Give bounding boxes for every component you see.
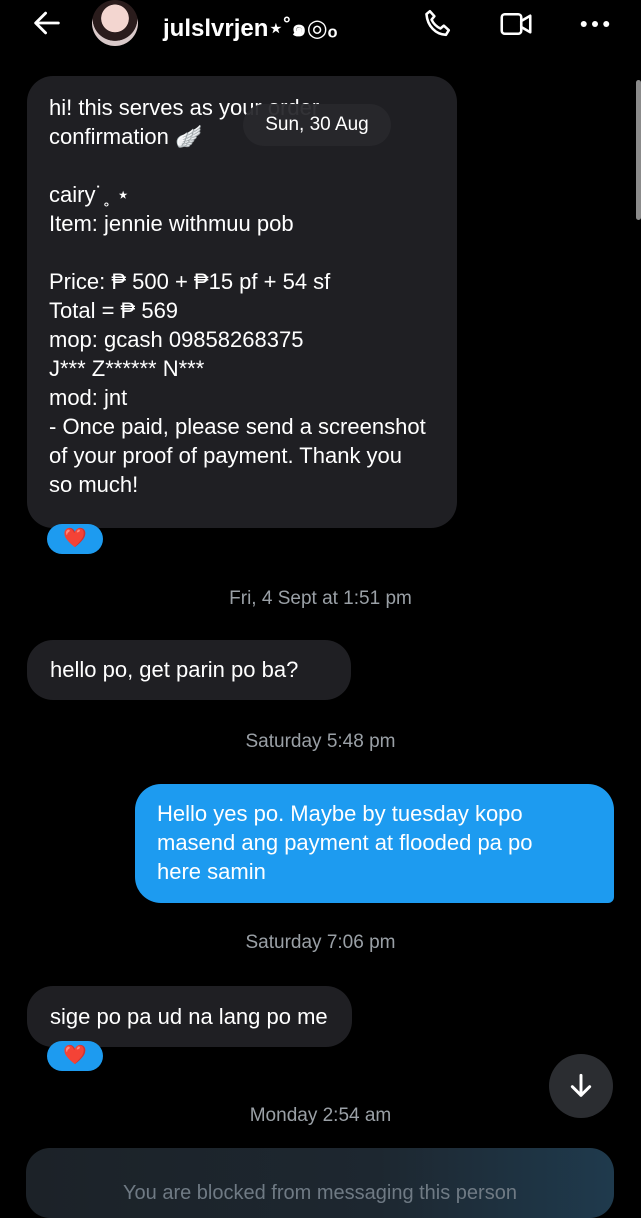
heart-icon: ❤️ (63, 1045, 87, 1066)
message-bubble-incoming[interactable]: hello po, get parin po ba? (27, 640, 351, 700)
timestamp: Monday 2:54 am (249, 1105, 392, 1126)
message-text: hello po, get parin po ba? (50, 657, 299, 682)
timestamp: Fri, 4 Sept at 1:51 pm (229, 588, 412, 609)
blocked-text: You are blocked from messaging this pers… (123, 1182, 517, 1204)
phone-icon[interactable] (420, 6, 456, 42)
message-text: hi! this serves as your order confirmati… (49, 95, 426, 497)
message-text: Hello yes po. Maybe by tuesday kopo mase… (157, 801, 533, 884)
reaction-badge[interactable]: ❤️ (47, 1041, 103, 1071)
back-arrow-icon[interactable] (30, 6, 64, 40)
message-text: sige po pa ud na lang po me (50, 1004, 328, 1029)
contact-name[interactable]: julslvrjen⋆˚๑◎ₒ (163, 8, 337, 47)
more-dots-icon[interactable] (577, 6, 613, 42)
arrow-down-icon (570, 1073, 592, 1097)
message-bubble-incoming[interactable]: sige po pa ud na lang po me (27, 986, 352, 1047)
reaction-badge[interactable]: ❤️ (47, 524, 103, 554)
scrollbar[interactable] (636, 80, 641, 220)
blocked-notice: You are blocked from messaging this pers… (26, 1148, 614, 1218)
date-pill: Sun, 30 Aug (243, 104, 391, 146)
timestamp: Saturday 7:06 pm (245, 932, 396, 953)
scroll-to-bottom-button[interactable] (549, 1054, 613, 1118)
timestamp: Saturday 5:48 pm (245, 731, 396, 752)
heart-icon: ❤️ (63, 528, 87, 549)
avatar[interactable] (92, 0, 138, 46)
message-bubble-incoming[interactable]: hi! this serves as your order confirmati… (27, 76, 457, 528)
video-camera-icon[interactable] (498, 6, 534, 42)
conversation-header: julslvrjen⋆˚๑◎ₒ (0, 0, 641, 48)
message-bubble-outgoing[interactable]: Hello yes po. Maybe by tuesday kopo mase… (135, 784, 614, 903)
